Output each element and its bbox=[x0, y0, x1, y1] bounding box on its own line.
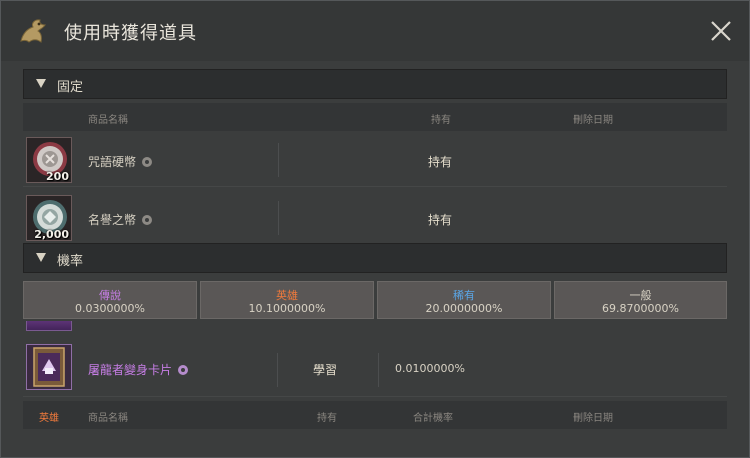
item-rate: 0.0100000% bbox=[395, 362, 465, 375]
coin-red-icon: 200 bbox=[26, 137, 72, 183]
grade-tab-normal[interactable]: 一般 69.8700000% bbox=[554, 281, 727, 319]
title-bar: 使用時獲得道具 bbox=[1, 1, 749, 61]
divider bbox=[278, 143, 279, 177]
close-icon[interactable] bbox=[707, 17, 735, 45]
item-icon-partial bbox=[26, 321, 72, 331]
item-name-text: 名譽之幣 bbox=[88, 213, 137, 227]
column-grade: 英雄 bbox=[39, 413, 59, 424]
grade-label: 稀有 bbox=[453, 289, 475, 302]
column-owned: 持有 bbox=[431, 115, 451, 126]
bound-icon bbox=[178, 365, 189, 375]
item-status: 學習 bbox=[313, 363, 338, 377]
grade-tab-rare[interactable]: 稀有 20.0000000% bbox=[377, 281, 551, 319]
grade-percent: 69.8700000% bbox=[602, 302, 679, 315]
divider bbox=[277, 353, 278, 387]
item-owned: 持有 bbox=[428, 155, 453, 169]
collapse-arrow-icon bbox=[36, 253, 46, 262]
item-name: 屠龍者變身卡片 bbox=[88, 361, 189, 378]
column-name: 商品名稱 bbox=[88, 115, 128, 126]
divider bbox=[378, 353, 379, 387]
grade-percent: 0.0300000% bbox=[75, 302, 145, 315]
divider bbox=[278, 201, 279, 235]
hero-column-header: 英雄 商品名稱 持有 合計機率 刪除日期 bbox=[23, 401, 727, 429]
item-owned: 持有 bbox=[428, 213, 453, 227]
grade-tab-hero[interactable]: 英雄 10.1000000% bbox=[200, 281, 374, 319]
list-item[interactable]: 200 咒語硬幣 持有 bbox=[23, 135, 727, 187]
column-delete-date: 刪除日期 bbox=[573, 413, 613, 424]
item-acquisition-window: 使用時獲得道具 固定 商品名稱 持有 刪除日期 200 咒語硬幣 持有 2,00… bbox=[0, 0, 750, 458]
grade-label: 一般 bbox=[629, 289, 652, 302]
grade-percent: 20.0000000% bbox=[425, 302, 503, 315]
dragon-emblem-icon bbox=[20, 19, 46, 43]
item-name-text: 咒語硬幣 bbox=[88, 155, 137, 169]
column-name: 商品名稱 bbox=[88, 413, 128, 424]
bound-icon bbox=[142, 157, 153, 167]
column-total-rate: 合計機率 bbox=[413, 413, 453, 424]
collapse-arrow-icon bbox=[36, 79, 46, 88]
list-item[interactable]: 2,000 名譽之幣 持有 bbox=[23, 193, 727, 243]
bound-icon bbox=[142, 215, 153, 225]
column-delete-date: 刪除日期 bbox=[573, 115, 613, 126]
list-item[interactable]: 屠龍者變身卡片 學習 0.0100000% bbox=[23, 341, 727, 397]
section-fixed-label: 固定 bbox=[57, 80, 84, 95]
coin-teal-icon: 2,000 bbox=[26, 195, 72, 241]
card-icon bbox=[26, 344, 72, 390]
item-name-text: 屠龍者變身卡片 bbox=[88, 363, 173, 377]
column-owned: 持有 bbox=[317, 413, 337, 424]
item-name: 名譽之幣 bbox=[88, 211, 153, 228]
section-rate-header[interactable]: 機率 bbox=[23, 243, 727, 273]
fixed-column-header: 商品名稱 持有 刪除日期 bbox=[23, 103, 727, 131]
rate-item-list[interactable]: 屠龍者變身卡片 學習 0.0100000% bbox=[23, 321, 727, 401]
grade-label: 英雄 bbox=[276, 289, 298, 302]
item-quantity: 2,000 bbox=[34, 228, 69, 241]
section-rate-label: 機率 bbox=[57, 254, 84, 269]
grade-percent: 10.1000000% bbox=[248, 302, 326, 315]
item-quantity: 200 bbox=[46, 170, 69, 183]
window-title: 使用時獲得道具 bbox=[64, 23, 197, 44]
section-fixed-header[interactable]: 固定 bbox=[23, 69, 727, 99]
grade-label: 傳說 bbox=[99, 289, 121, 302]
grade-tab-legend[interactable]: 傳說 0.0300000% bbox=[23, 281, 197, 319]
item-name: 咒語硬幣 bbox=[88, 153, 153, 170]
